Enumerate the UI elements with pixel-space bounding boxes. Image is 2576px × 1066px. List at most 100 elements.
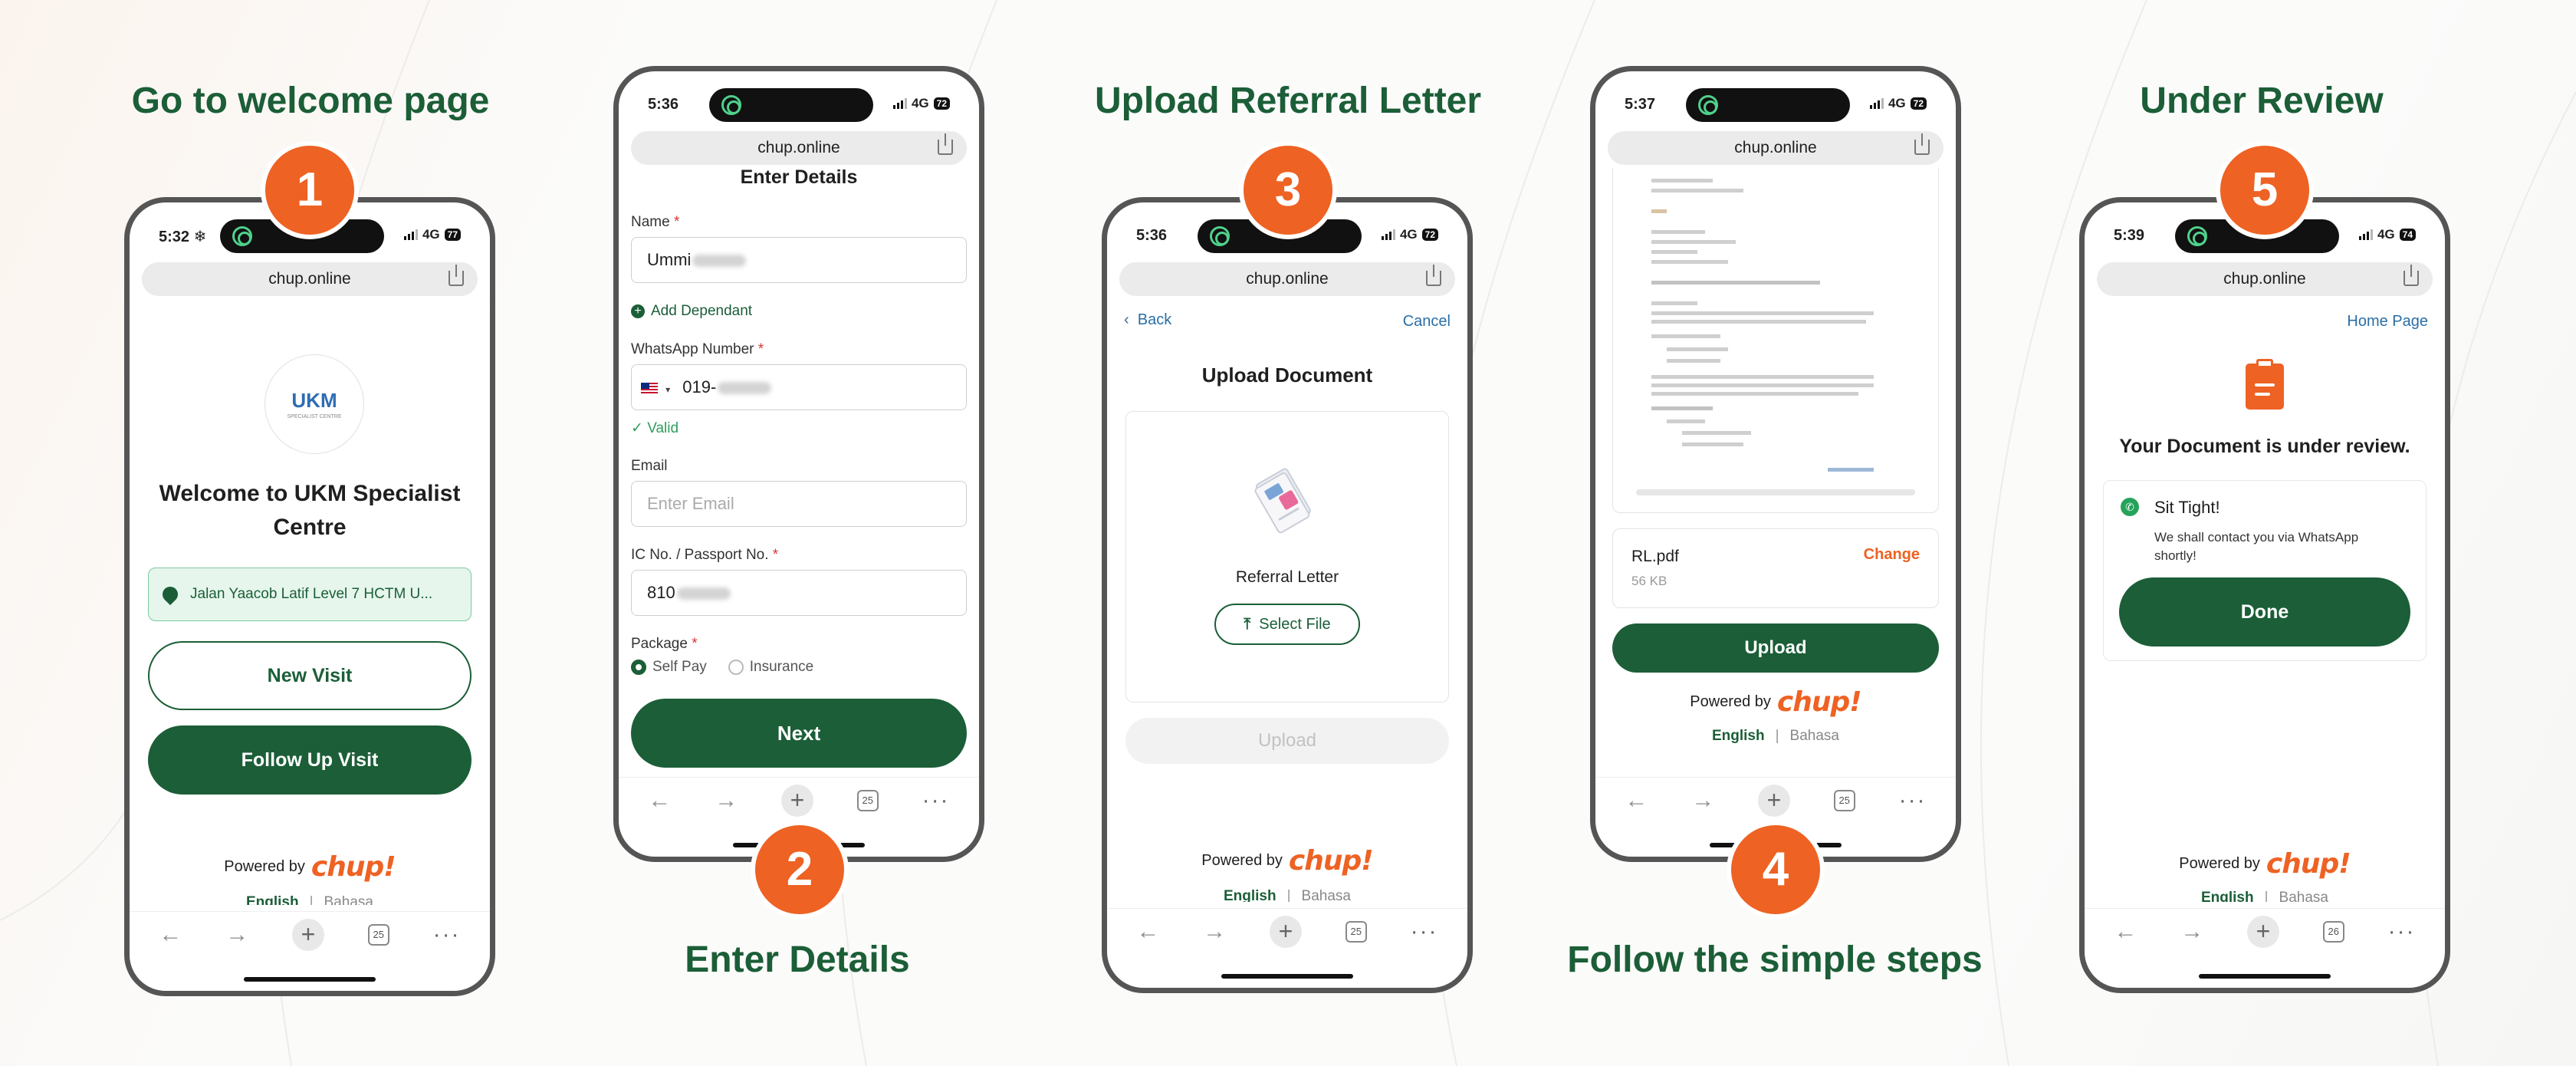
signal-bars-icon (892, 98, 907, 109)
language-switch: English | Bahasa (2085, 890, 2445, 902)
whatsapp-field[interactable]: ▾ 019- (631, 364, 967, 410)
forward-arrow-icon[interactable]: → (715, 788, 738, 814)
radio-self-pay[interactable] (631, 660, 646, 675)
home-indicator (2199, 974, 2331, 979)
more-icon[interactable]: ··· (1411, 919, 1438, 945)
lang-bahasa[interactable]: Bahasa (1302, 888, 1351, 902)
cancel-link[interactable]: Cancel (1403, 313, 1451, 331)
lang-bahasa[interactable]: Bahasa (324, 894, 373, 905)
document-type-label: Referral Letter (1235, 568, 1339, 586)
done-button[interactable]: Done (2119, 577, 2410, 647)
back-arrow-icon[interactable]: ← (1136, 919, 1159, 945)
back-arrow-icon[interactable]: ← (1625, 788, 1648, 814)
back-arrow-icon[interactable]: ← (2114, 919, 2137, 945)
chup-app-icon (232, 226, 252, 246)
more-icon[interactable]: ··· (922, 788, 950, 814)
url-text: chup.online (2223, 270, 2306, 288)
select-file-button[interactable]: ⤒ Select File (1214, 604, 1360, 645)
forward-arrow-icon[interactable]: → (1691, 788, 1714, 814)
malaysia-flag-icon[interactable] (641, 383, 658, 394)
new-visit-button[interactable]: New Visit (148, 641, 472, 710)
chup-app-icon (1698, 95, 1718, 115)
network-label: 4G (911, 96, 929, 110)
signal-indicator: 4G 72 (1869, 96, 1927, 111)
card-title: Sit Tight! (2154, 498, 2220, 517)
file-size: 56 KB (1631, 574, 1668, 588)
new-tab-icon[interactable]: + (2246, 915, 2279, 948)
name-field[interactable]: Ummi (631, 237, 967, 283)
step4-badge: 4 (1731, 825, 1820, 914)
lang-english[interactable]: English (1712, 728, 1765, 744)
address-bar[interactable]: chup.online (1119, 262, 1455, 296)
upload-button-disabled[interactable]: Upload (1125, 718, 1449, 764)
home-page-link[interactable]: Home Page (2347, 313, 2428, 331)
back-arrow-icon[interactable]: ← (648, 788, 671, 814)
tabs-icon[interactable]: 26 (2322, 920, 2344, 943)
address-bar[interactable]: chup.online (142, 262, 478, 296)
status-time: 5:37 (1625, 96, 1656, 113)
follow-up-visit-button[interactable]: Follow Up Visit (148, 725, 472, 795)
browser-toolbar: ← → +25 ··· (619, 777, 979, 823)
forward-arrow-icon[interactable]: → (225, 922, 248, 948)
forward-arrow-icon[interactable]: → (2180, 919, 2203, 945)
back-link[interactable]: ‹ Back (1124, 311, 1171, 329)
lang-bahasa[interactable]: Bahasa (2279, 890, 2328, 902)
radio-insurance[interactable] (728, 660, 744, 675)
forward-arrow-icon[interactable]: → (1203, 919, 1226, 945)
share-icon[interactable] (938, 133, 953, 155)
chup-logo: chup! (1288, 845, 1374, 877)
network-label: 4G (1399, 227, 1418, 242)
chup-app-icon (1210, 226, 1230, 246)
battery-icon: 72 (933, 97, 950, 110)
tabs-icon[interactable]: 25 (367, 923, 389, 946)
signal-indicator: 4G 74 (2358, 227, 2416, 242)
new-tab-icon[interactable]: + (291, 918, 324, 951)
address-bar[interactable]: chup.online (1608, 131, 1944, 165)
new-tab-icon[interactable]: + (1757, 784, 1790, 817)
lang-english[interactable]: English (246, 894, 299, 905)
email-field[interactable]: Enter Email (631, 481, 967, 527)
tabs-icon[interactable]: 25 (1345, 920, 1367, 943)
phone-details: 5:36 4G 72 chup.online Enter Details Name… (613, 66, 984, 862)
back-arrow-icon[interactable]: ← (159, 922, 182, 948)
battery-icon: 74 (2399, 229, 2416, 241)
network-label: 4G (2377, 227, 2395, 242)
letter-preview (1612, 168, 1939, 513)
ic-field[interactable]: 810 (631, 570, 967, 616)
new-tab-icon[interactable]: + (1269, 915, 1302, 948)
share-icon[interactable] (1914, 133, 1930, 155)
more-icon[interactable]: ··· (433, 922, 461, 948)
details-form: Enter Details Name * Ummi + Add Dependan… (619, 166, 979, 771)
review-status: Your Document is under review. (2119, 436, 2410, 457)
status-time: 5:39 (2114, 227, 2145, 244)
phone-preview: 5:37 4G 72 chup.online RL.pdf 56 KB Chan… (1590, 66, 1961, 862)
chup-logo: chup! (310, 851, 396, 883)
url-text: chup.online (1734, 139, 1817, 156)
step1-title: Go to welcome page (131, 81, 490, 121)
next-button[interactable]: Next (631, 699, 967, 768)
signal-bars-icon (2358, 229, 2373, 240)
lang-english[interactable]: English (2201, 890, 2254, 902)
address-bar[interactable]: chup.online (631, 131, 967, 165)
more-icon[interactable]: ··· (1899, 788, 1927, 814)
upload-button[interactable]: Upload (1612, 623, 1939, 673)
upload-dropzone[interactable]: Referral Letter ⤒ Select File (1125, 411, 1449, 702)
address-bar[interactable]: chup.online (2097, 262, 2433, 296)
lang-english[interactable]: English (1224, 888, 1276, 902)
more-icon[interactable]: ··· (2388, 919, 2416, 945)
signal-indicator: 4G 72 (892, 96, 950, 111)
tabs-icon[interactable]: 25 (1833, 789, 1855, 811)
new-tab-icon[interactable]: + (780, 784, 813, 817)
location-chip[interactable]: Jalan Yaacob Latif Level 7 HCTM U... (148, 568, 472, 621)
share-icon[interactable] (1426, 265, 1441, 286)
status-time: 5:36 (648, 96, 679, 113)
tabs-icon[interactable]: 25 (856, 789, 879, 811)
chup-app-icon (2187, 226, 2207, 246)
browser-toolbar: ← → +25 ··· (130, 911, 490, 957)
phone-review: 5:39 4G 74 chup.online Home Page Your Doc… (2079, 197, 2450, 993)
change-file-link[interactable]: Change (1864, 546, 1920, 564)
share-icon[interactable] (449, 265, 464, 286)
lang-bahasa[interactable]: Bahasa (1790, 728, 1839, 744)
share-icon[interactable] (2404, 265, 2419, 286)
add-dependant-link[interactable]: + Add Dependant (631, 303, 752, 320)
